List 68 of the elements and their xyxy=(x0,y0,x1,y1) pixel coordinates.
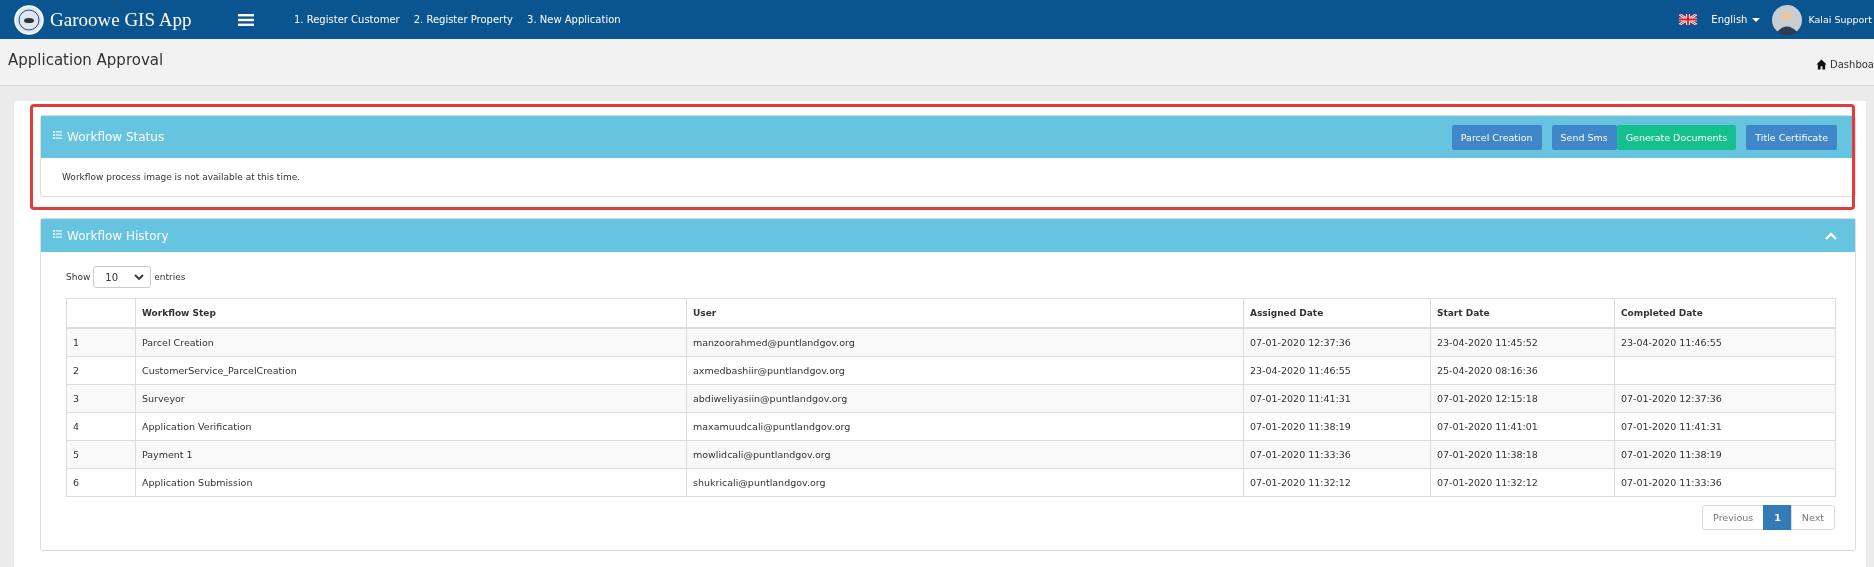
table-cell: 3 xyxy=(73,393,80,404)
column-header: Assigned Date xyxy=(1250,308,1324,318)
table-cell: 2 xyxy=(73,365,80,376)
table-cell: 07-01-2020 11:33:36 xyxy=(1621,477,1722,488)
table-cell: manzoorahmed@puntlandgov.org xyxy=(693,337,855,348)
column-header: Completed Date xyxy=(1621,308,1703,318)
show-label: Show xyxy=(66,272,91,282)
column-header: User xyxy=(693,308,717,318)
list-icon xyxy=(53,229,62,238)
table-cell: 07-01-2020 11:38:19 xyxy=(1250,421,1351,432)
column-header: Start Date xyxy=(1437,308,1490,318)
table-cell: 07-01-2020 11:41:31 xyxy=(1621,421,1722,432)
avatar[interactable] xyxy=(1772,4,1803,35)
table-cell: mowlidcali@puntlandgov.org xyxy=(693,449,831,460)
table-cell: 07-01-2020 12:15:18 xyxy=(1437,393,1538,404)
table-cell: 07-01-2020 12:37:36 xyxy=(1621,393,1722,404)
table-cell: 23-04-2020 11:46:55 xyxy=(1250,365,1351,376)
page-size-select[interactable]: 10 xyxy=(93,266,152,288)
table-cell: 07-01-2020 11:38:18 xyxy=(1437,449,1538,460)
table-cell: 5 xyxy=(73,449,80,460)
app-title: Garoowe GIS App xyxy=(50,8,192,31)
panel-title: Workflow Status xyxy=(67,130,165,144)
action-button[interactable]: Parcel Creation xyxy=(1451,124,1542,150)
nav-link[interactable]: 1. Register Customer xyxy=(294,14,400,25)
table-cell: 23-04-2020 11:45:52 xyxy=(1437,337,1538,348)
table-cell: 07-01-2020 11:33:36 xyxy=(1250,449,1351,460)
table-cell: 07-01-2020 11:38:19 xyxy=(1621,449,1722,460)
table-cell: 07-01-2020 11:32:12 xyxy=(1437,477,1538,488)
table-cell: 07-01-2020 11:41:01 xyxy=(1437,421,1538,432)
page-title: Application Approval xyxy=(7,50,164,71)
table-cell: maxamuudcali@puntlandgov.org xyxy=(693,421,851,432)
table-cell: 6 xyxy=(73,477,80,488)
entries-label: entries xyxy=(154,272,186,282)
emblem-logo xyxy=(14,4,44,35)
user-name[interactable]: Kalai Support xyxy=(1808,14,1874,25)
panel-title: Workflow History xyxy=(67,228,169,243)
page-button[interactable]: 1 xyxy=(1763,505,1792,530)
table-cell: 25-04-2020 08:16:36 xyxy=(1437,365,1538,376)
breadcrumb-link[interactable]: Dashboa xyxy=(1830,59,1874,70)
nav-link[interactable]: 3. New Application xyxy=(527,14,621,25)
table-cell: Payment 1 xyxy=(142,449,193,460)
table-cell: 07-01-2020 11:41:31 xyxy=(1250,393,1351,404)
list-icon xyxy=(53,131,62,139)
table-cell: CustomerService_ParcelCreation xyxy=(142,365,297,376)
action-button[interactable]: Send Sms xyxy=(1551,124,1617,150)
nav-link[interactable]: 2. Register Property xyxy=(413,14,514,25)
table-cell: 07-01-2020 11:32:12 xyxy=(1250,477,1351,488)
chevron-down-icon xyxy=(134,274,145,280)
action-button[interactable]: Title Certificate xyxy=(1746,124,1837,150)
flag-icon[interactable] xyxy=(1679,14,1698,25)
table-cell: 4 xyxy=(73,421,80,432)
column-header: Workflow Step xyxy=(142,308,216,318)
table-cell: Application Submission xyxy=(142,477,253,488)
table-cell: axmedbashiir@puntlandgov.org xyxy=(693,365,845,376)
language-dropdown[interactable]: English xyxy=(1711,14,1761,25)
table-cell: 23-04-2020 11:46:55 xyxy=(1621,337,1722,348)
table-cell: Parcel Creation xyxy=(142,337,214,348)
table-cell: abdiweliyasiin@puntlandgov.org xyxy=(693,393,848,404)
table-cell: 1 xyxy=(73,337,80,348)
table-cell: 07-01-2020 12:37:36 xyxy=(1250,337,1351,348)
home-icon xyxy=(1816,59,1827,70)
menu-icon[interactable] xyxy=(238,13,254,26)
status-message: Workflow process image is not available at this time. xyxy=(62,172,301,182)
page-button[interactable]: Previous xyxy=(1702,505,1765,530)
page-button[interactable]: Next xyxy=(1790,505,1835,530)
table-cell: Application Verification xyxy=(142,421,252,432)
table-cell: shukricali@puntlandgov.org xyxy=(693,477,826,488)
table-cell: Surveyor xyxy=(142,393,185,404)
